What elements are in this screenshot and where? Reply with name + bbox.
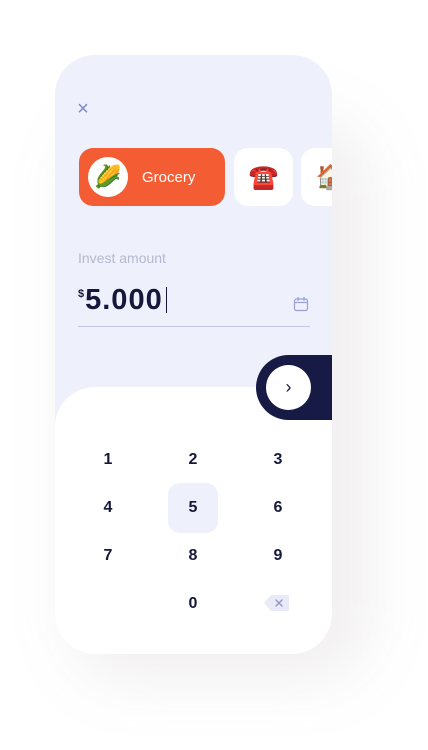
amount-value: 5.000: [85, 284, 163, 316]
key-7[interactable]: 7: [83, 531, 133, 581]
key-0[interactable]: 0: [168, 579, 218, 629]
chevron-right-icon: ›: [285, 377, 292, 397]
next-button[interactable]: ›: [266, 365, 311, 410]
category-phone[interactable]: ☎️: [234, 148, 293, 206]
invest-amount-label: Invest amount: [78, 250, 166, 266]
category-label: Grocery: [142, 168, 196, 186]
key-4[interactable]: 4: [83, 483, 133, 533]
key-9[interactable]: 9: [253, 531, 303, 581]
key-3[interactable]: 3: [253, 435, 303, 485]
text-caret: [165, 287, 168, 313]
numeric-keypad: 1 2 3 4 5 6 7 8 9 0: [55, 387, 332, 654]
corn-icon: 🌽: [88, 157, 128, 197]
key-2[interactable]: 2: [168, 435, 218, 485]
key-1[interactable]: 1: [83, 435, 133, 485]
next-pill: ›: [256, 355, 332, 420]
category-grocery[interactable]: 🌽 Grocery: [79, 148, 225, 206]
currency-symbol: $: [78, 288, 85, 300]
category-home[interactable]: 🏠: [301, 148, 332, 206]
house-icon: 🏠: [315, 163, 332, 191]
amount-input[interactable]: $ 5.000: [78, 283, 168, 317]
key-8[interactable]: 8: [168, 531, 218, 581]
key-5[interactable]: 5: [168, 483, 218, 533]
amount-underline: [78, 326, 310, 327]
telephone-icon: ☎️: [248, 163, 279, 191]
backspace-icon[interactable]: [263, 594, 291, 612]
phone-screen: × 🌽 Grocery ☎️ 🏠 Invest amount $ 5.000 1…: [55, 55, 332, 654]
close-icon[interactable]: ×: [73, 99, 93, 119]
calendar-icon[interactable]: [293, 296, 309, 312]
key-6[interactable]: 6: [253, 483, 303, 533]
